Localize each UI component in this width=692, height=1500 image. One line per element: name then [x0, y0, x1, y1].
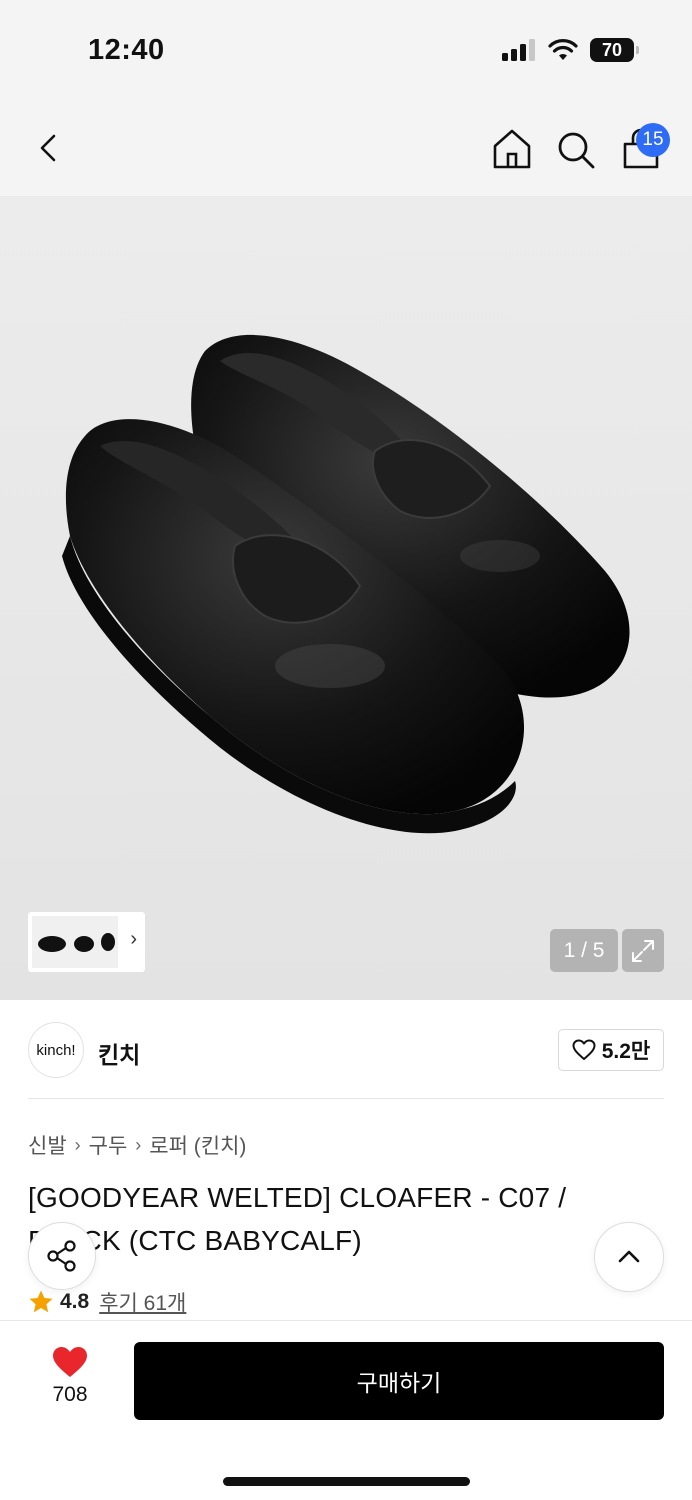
bottom-action-bar: 708 구매하기	[0, 1320, 692, 1500]
breadcrumb-separator-icon: ›	[135, 1134, 142, 1155]
back-icon[interactable]	[30, 128, 70, 168]
product-image-gallery[interactable]: › 1 / 5	[0, 196, 692, 1000]
signal-icon	[502, 39, 535, 61]
product-photo-loafers	[62, 334, 630, 834]
image-page-counter: 1 / 5	[550, 929, 618, 972]
battery-level: 70	[601, 39, 623, 60]
buy-button[interactable]: 구매하기	[134, 1342, 664, 1420]
thumbnail-loafers-icon	[38, 933, 115, 952]
expand-icon	[632, 939, 654, 962]
brand-logo[interactable]: kinch!	[28, 1022, 84, 1078]
wifi-icon	[548, 39, 578, 60]
battery-icon: 70	[590, 38, 639, 62]
rating-value: 4.8	[60, 1290, 90, 1313]
review-count-link[interactable]: 후기 61개	[99, 1287, 186, 1317]
heart-filled-icon	[53, 1347, 87, 1377]
brand-like-count: 5.2만	[601, 1040, 651, 1063]
wishlist-count: 708	[52, 1383, 88, 1406]
status-time: 12:40	[88, 34, 165, 66]
rating-row: 4.8 후기 61개	[28, 1287, 186, 1317]
breadcrumb: 신발 › 구두 › 로퍼 (킨치)	[28, 1130, 246, 1160]
product-title: [GOODYEAR WELTED] CLOAFER - C07 / BLACK …	[28, 1182, 567, 1256]
star-icon	[29, 1290, 53, 1313]
breadcrumb-item[interactable]: 구두	[89, 1130, 128, 1160]
search-icon[interactable]	[554, 128, 598, 172]
brand-name[interactable]: 킨치	[98, 1036, 140, 1070]
brand-row[interactable]: kinch! 킨치 5.2만	[28, 1020, 664, 1078]
status-bar: 12:40 70	[0, 0, 692, 100]
share-button[interactable]	[28, 1222, 96, 1290]
wishlist-button[interactable]: 708	[30, 1345, 110, 1415]
expand-button[interactable]	[622, 929, 664, 972]
breadcrumb-item[interactable]: 신발	[28, 1130, 67, 1160]
scroll-to-top-button[interactable]	[594, 1222, 664, 1292]
thumbnail-strip[interactable]: ›	[28, 912, 145, 972]
top-nav-bar	[0, 100, 692, 196]
status-icons: 70	[502, 38, 639, 62]
thumbnail-next-icon[interactable]: ›	[130, 928, 137, 951]
divider	[28, 1098, 664, 1099]
home-icon[interactable]	[490, 126, 534, 172]
share-icon	[47, 1240, 76, 1272]
cart-badge: 15	[636, 123, 670, 157]
brand-like-button[interactable]: 5.2만	[558, 1029, 664, 1071]
breadcrumb-item[interactable]: 로퍼 (킨치)	[149, 1130, 246, 1160]
thumbnail-image[interactable]	[32, 916, 118, 968]
home-indicator	[223, 1477, 470, 1486]
breadcrumb-separator-icon: ›	[74, 1134, 81, 1155]
chevron-up-icon	[618, 1250, 640, 1263]
heart-outline-icon	[572, 1039, 596, 1060]
